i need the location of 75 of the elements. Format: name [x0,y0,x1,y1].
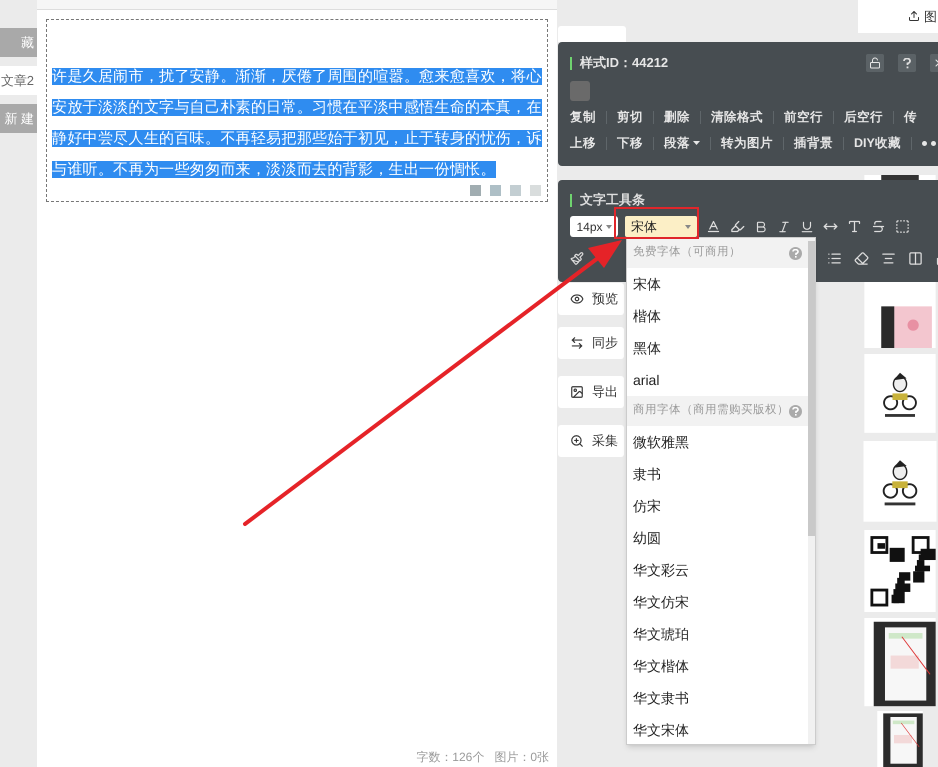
scrollbar[interactable] [808,238,815,744]
unlock-icon [869,57,881,69]
underline-icon[interactable] [800,220,814,234]
text-style-icon[interactable] [847,219,862,234]
toolbar-action[interactable]: 转为图片 [721,134,773,152]
font-option[interactable]: 黑体 [627,332,808,364]
toolbar-menu[interactable]: 段落 [664,134,700,152]
help-icon [789,246,802,260]
zoom-in-icon [570,434,584,448]
side-action-button[interactable]: 预览 [558,283,624,315]
toolbar-action[interactable]: 上移 [570,134,596,152]
toolbar-action[interactable]: 剪切 [617,108,643,126]
toolbar-action[interactable]: 复制 [570,108,596,126]
font-option[interactable]: 微软雅黑 [627,426,808,458]
font-option[interactable]: 华文仿宋 [627,586,808,618]
font-option[interactable]: arial [627,364,808,396]
group-label: 商用字体（商用需购买版权） [633,402,789,418]
font-family-select[interactable]: 宋体 [625,216,697,237]
color-swatch[interactable] [470,185,481,196]
toolbar-action[interactable]: 前空行 [784,108,823,126]
font-option[interactable]: 华文琥珀 [627,618,808,650]
font-size-select[interactable]: 14px [570,216,618,237]
toolbar-action[interactable]: DIY收藏 [854,134,901,152]
word-count: 字数：126个 图片：0张 [416,749,549,766]
eye-icon [570,292,584,306]
italic-icon[interactable] [777,220,791,234]
image-icon [570,385,584,399]
swap-arrows-icon [570,336,584,350]
help-icon [789,404,802,418]
font-option[interactable]: 楷体 [627,300,808,332]
color-swatch[interactable] [570,81,590,101]
color-swatch[interactable] [510,185,521,196]
side-action-button[interactable]: 同步 [558,327,624,359]
caret-icon [606,224,612,228]
align-icon[interactable] [881,250,896,266]
columns-icon[interactable] [908,250,923,266]
panel-title: 样式ID：44212 [580,54,668,72]
caret-icon [685,224,691,228]
toolbar-action[interactable]: 清除格式 [711,108,763,126]
font-option[interactable]: 华文楷体 [627,650,808,682]
toolbar-action[interactable]: 插背景 [794,134,833,152]
dots-icon [922,140,936,146]
font-option[interactable]: 宋体 [627,268,808,300]
toolbar-action[interactable]: 传 [904,108,917,126]
font-option[interactable]: 幼圆 [627,522,808,554]
upload-icon [908,10,920,22]
font-option[interactable]: 华文彩云 [627,554,808,586]
strikethrough-icon[interactable] [871,219,886,234]
paintbrush-icon[interactable] [570,250,584,266]
font-option[interactable]: 华文隶书 [627,682,808,714]
color-swatch[interactable] [530,185,541,196]
help-icon [903,58,911,68]
eraser-icon[interactable] [854,250,869,266]
panel-title: 文字工具条 [580,191,645,210]
help-button[interactable] [898,54,916,72]
side-action-button[interactable]: 导出 [558,376,624,408]
text-box-icon[interactable] [895,219,910,234]
list-icon[interactable] [827,250,842,266]
side-action-button[interactable]: 采集 [558,425,624,457]
group-label: 免费字体（可商用） [633,244,741,260]
font-option[interactable]: 隶书 [627,458,808,490]
font-option[interactable]: 华文宋体 [627,714,808,746]
font-color-icon[interactable] [706,219,721,234]
toolbar-action[interactable]: 下移 [617,134,643,152]
caret-icon [693,141,700,145]
toolbar-action[interactable]: 后空行 [844,108,883,126]
selected-text: 许是久居闹市，扰了安静。渐渐，厌倦了周围的喧嚣。愈来愈喜欢，将心安放于淡淡的文字与自己朴素的日常。习惯在平淡中感悟生命的本真，在静好中尝尽人生的百味。不再轻易把那些始于初见，止于转身的忧伤，诉与谁听。不再为一些匆匆而来，淡淡而去的背影，生出一份惆怅。 [52,67,543,180]
sidebar-item[interactable]: 文章2 [0,66,37,95]
highlight-icon[interactable] [730,219,745,234]
color-swatch[interactable] [490,185,501,196]
font-option[interactable]: 仿宋 [627,490,808,522]
lock-button[interactable] [866,54,884,72]
toolbar-action[interactable]: 删除 [664,108,690,126]
upload-button[interactable]: 图 [858,0,938,33]
bold-icon[interactable] [754,220,768,234]
